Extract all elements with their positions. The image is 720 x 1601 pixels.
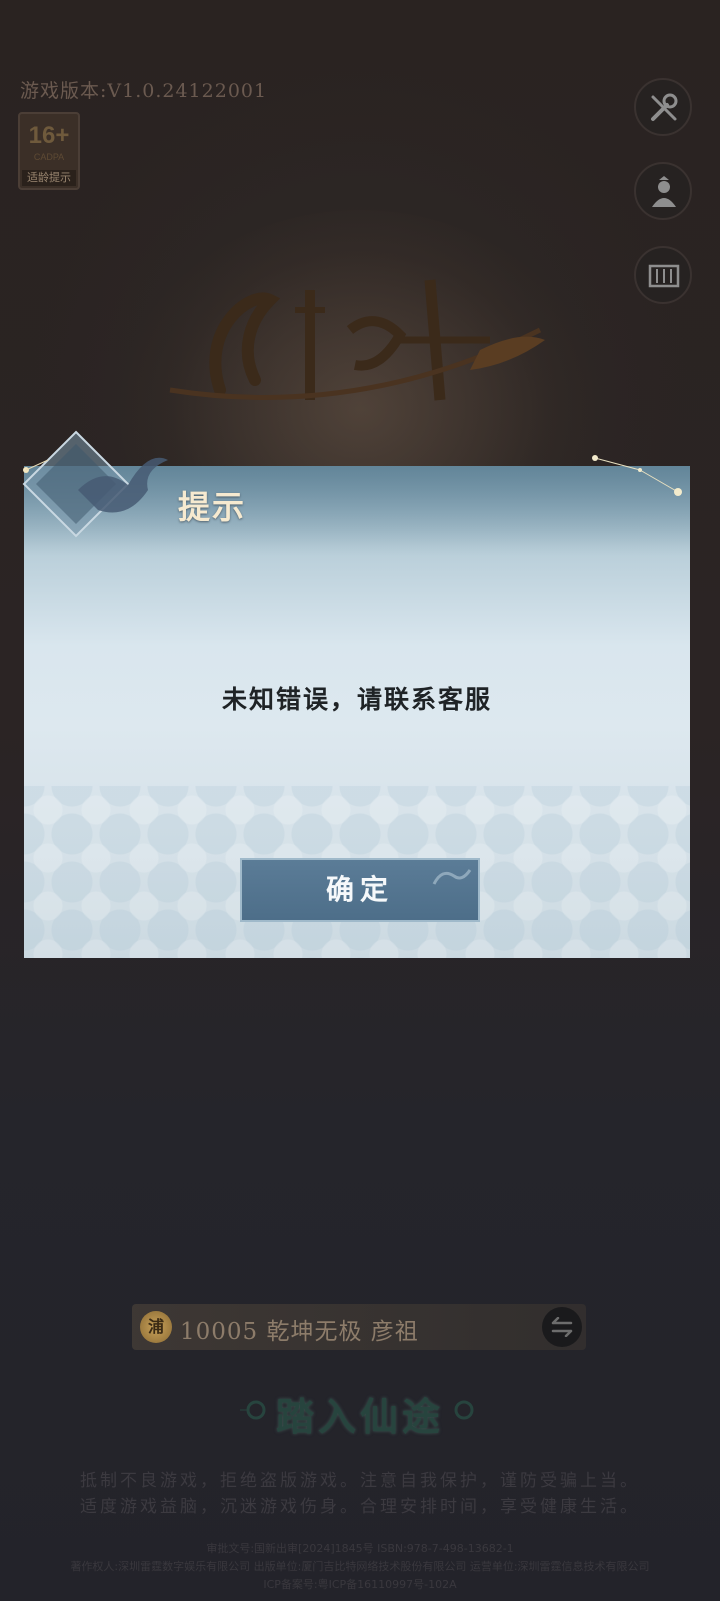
server-selector[interactable]: 浦 10005 乾坤无极 彦祖 (132, 1304, 586, 1350)
server-badge-icon: 浦 (140, 1311, 172, 1343)
legal-line2: 著作权人:深圳雷霆数字娱乐有限公司 出版单位:厦门吉比特网络技术股份有限公司 运… (70, 1560, 650, 1573)
character-button[interactable] (634, 162, 692, 220)
health-notice-line2: 适度游戏益脑，沉迷游戏伤身。合理安排时间，享受健康生活。 (80, 1497, 640, 1517)
health-notice-line1: 抵制不良游戏，拒绝盗版游戏。注意自我保护，谨防受骗上当。 (80, 1471, 640, 1491)
dialog-emblem-icon (22, 430, 168, 538)
age-rating-badge[interactable]: 16+ CADPA 适龄提示 (18, 112, 80, 190)
swap-arrows-icon (551, 1317, 573, 1337)
legal-line1: 审批文号:国新出审[2024]1845号 ISBN:978-7-498-1368… (206, 1542, 514, 1555)
game-logo (169, 279, 545, 401)
age-rating-number: 16+ (28, 122, 70, 149)
scroll-icon (648, 264, 680, 288)
confirm-button-label: 确定 (325, 873, 394, 906)
dialog-title: 提示 (178, 488, 247, 526)
switch-server-button[interactable] (542, 1307, 582, 1347)
announcement-button[interactable] (634, 246, 692, 304)
right-ornament-icon (454, 1400, 474, 1420)
character-icon (652, 176, 676, 207)
age-rating-sub: CADPA (33, 152, 65, 162)
settings-button[interactable] (634, 78, 692, 136)
wrench-icon (651, 93, 678, 121)
version-label: 游戏版本:V1.0.24122001 (20, 80, 268, 102)
server-name: 10005 乾坤无极 彦祖 (180, 1319, 419, 1345)
cloud-swirl-icon (432, 869, 472, 885)
confirm-button[interactable]: 确定 (240, 858, 480, 922)
dialog-message: 未知错误，请联系客服 (221, 685, 492, 714)
legal-line3: ICP备案号:粤ICP备16110997号-102A (263, 1578, 457, 1591)
enter-game-button[interactable]: 踏入仙途 (200, 1380, 520, 1439)
constellation-icon (592, 455, 682, 496)
age-rating-label: 适龄提示 (22, 170, 76, 186)
